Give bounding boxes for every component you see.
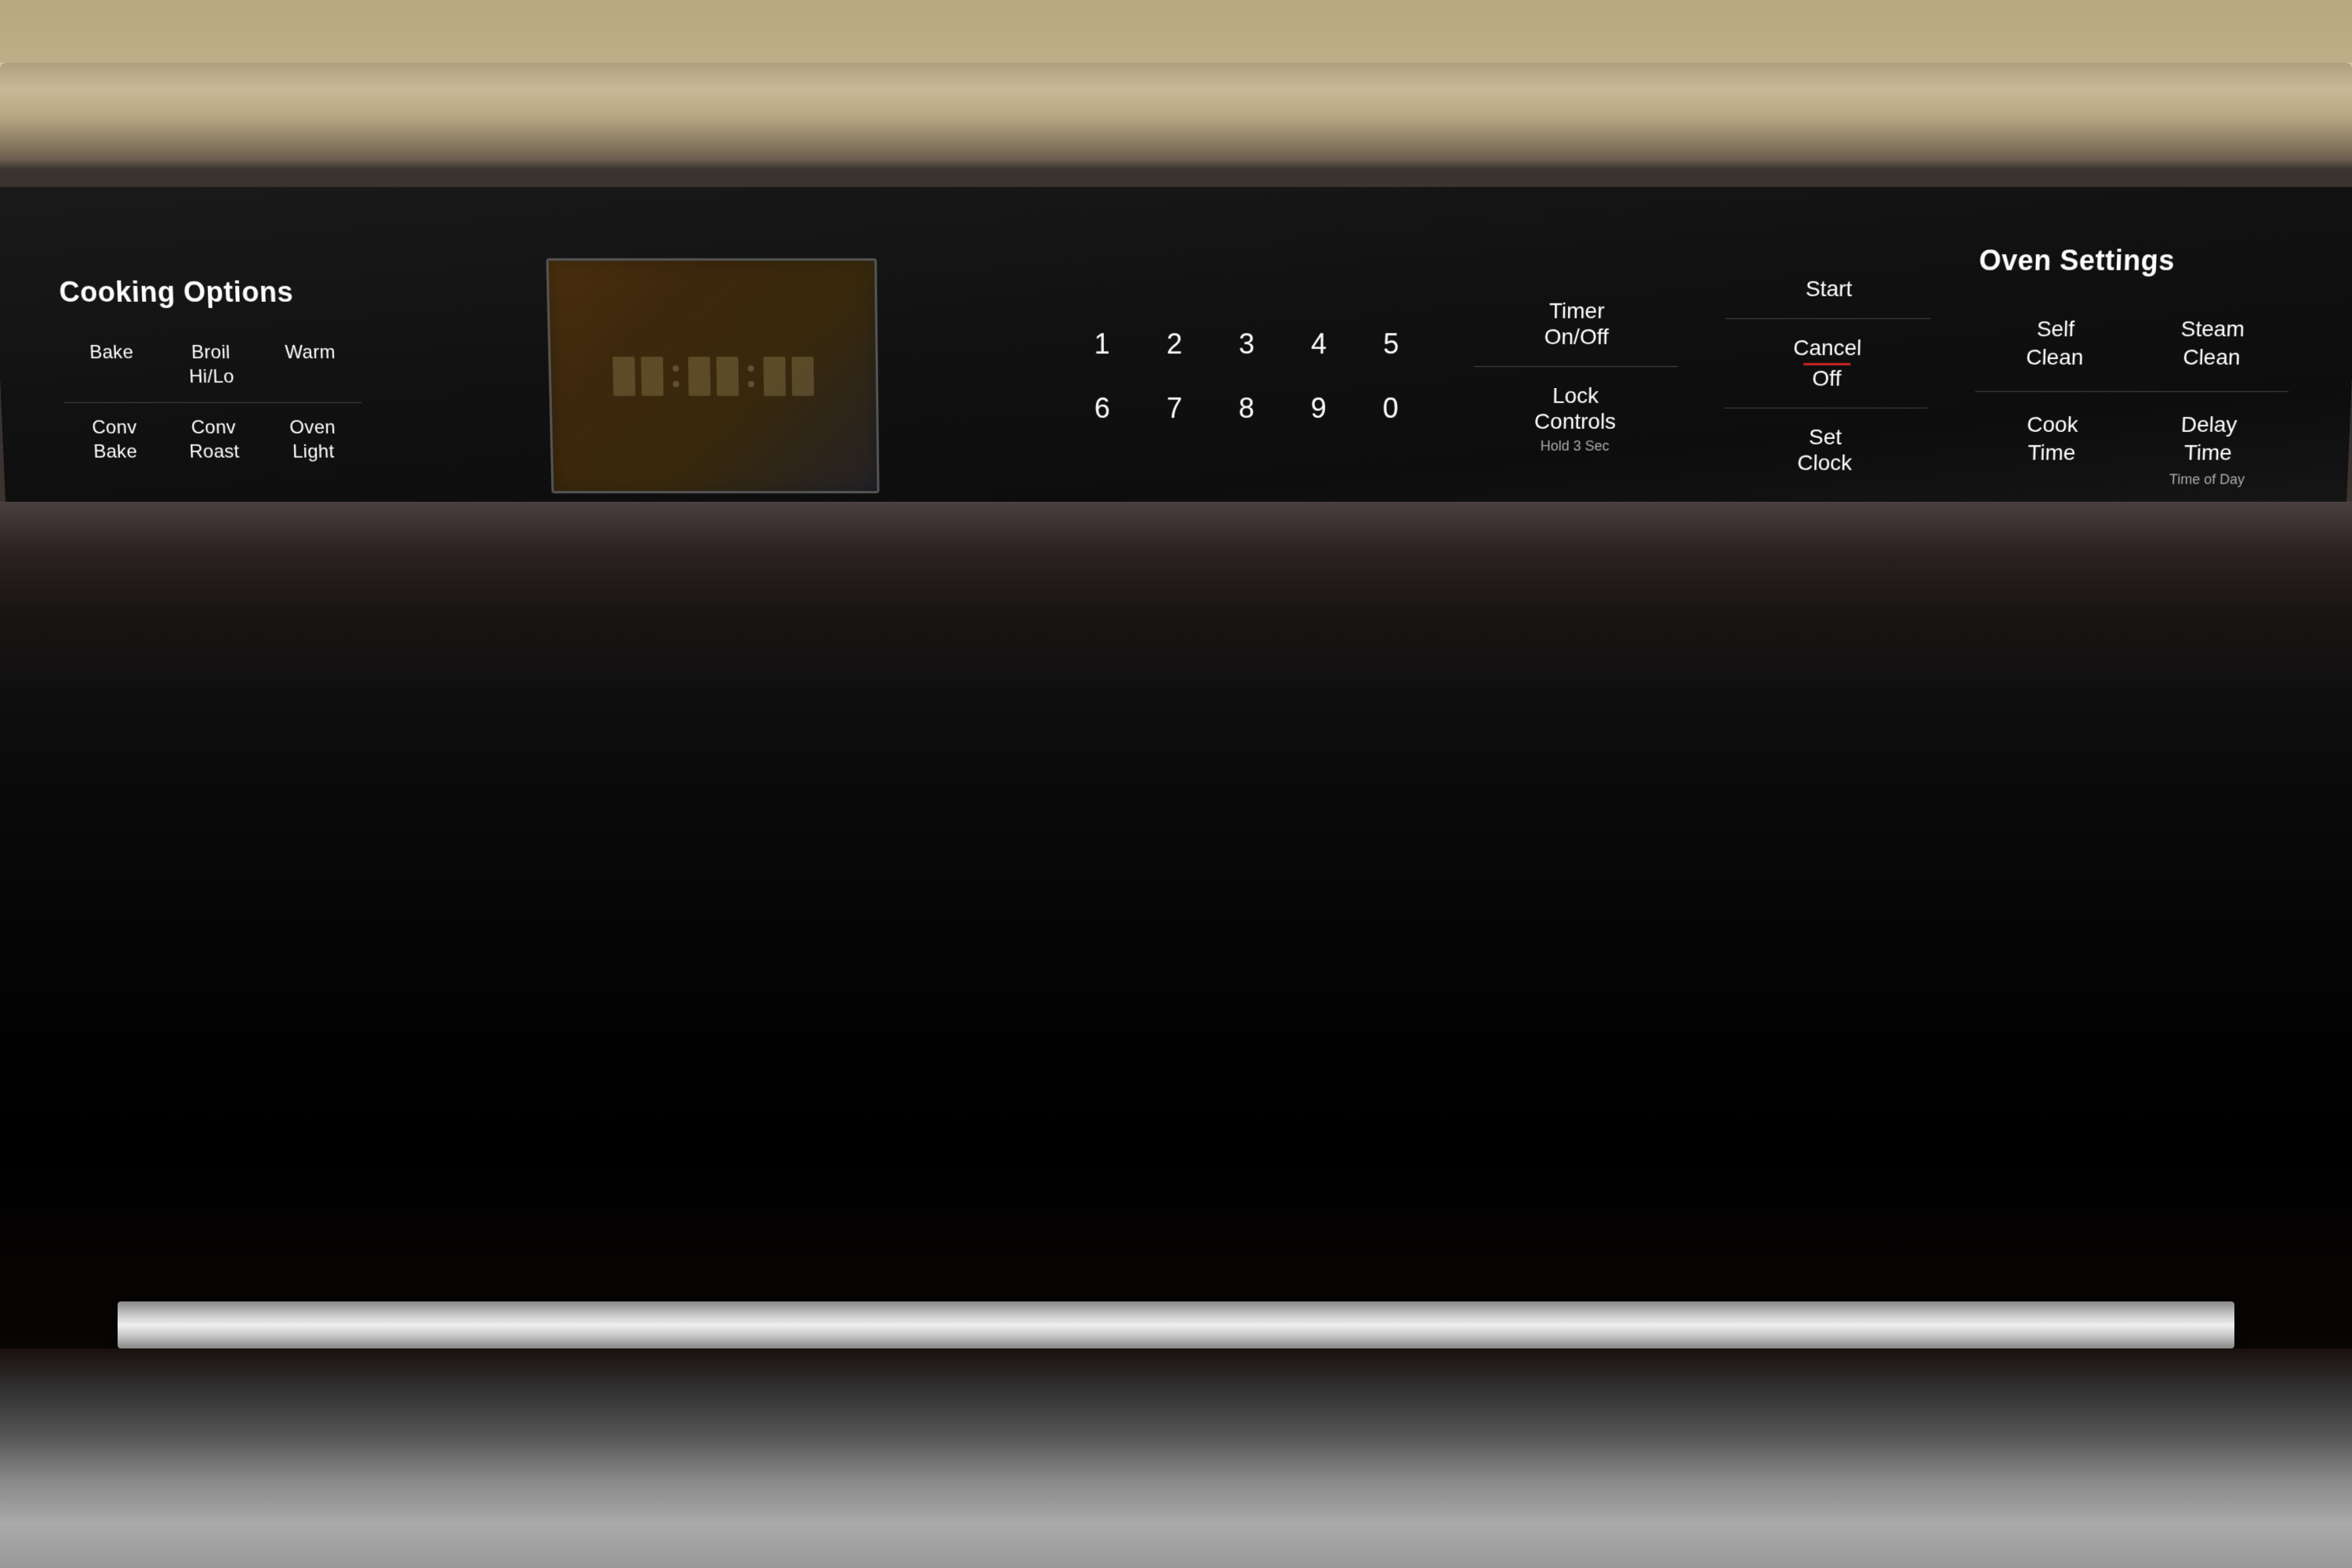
key-3[interactable]: 3 xyxy=(1210,312,1283,376)
conv-bake-button[interactable]: ConvBake xyxy=(64,402,165,476)
key-1[interactable]: 1 xyxy=(1066,312,1138,376)
digit-colon-2 xyxy=(748,365,754,387)
oven-bottom-panel xyxy=(0,1348,2352,1568)
oven-outer: Cooking Options Bake BroilHi/Lo Warm xyxy=(0,0,2352,1568)
display-window xyxy=(546,258,879,493)
oven-settings-section: Oven Settings SelfClean SteamClean CookT… xyxy=(1972,244,2295,507)
self-clean-button[interactable]: SelfClean xyxy=(1975,296,2135,392)
delay-time-button[interactable]: DelayTime Time of Day xyxy=(2128,392,2288,507)
digit-2 xyxy=(641,357,663,396)
oven-body xyxy=(0,502,2352,1568)
cooking-options-section: Cooking Options Bake BroilHi/Lo Warm xyxy=(59,276,364,477)
timer-button[interactable]: TimerOn/Off xyxy=(1474,281,1679,367)
cook-time-button[interactable]: CookTime xyxy=(1972,392,2132,507)
cooking-options-grid: Bake BroilHi/Lo Warm ConvBake xyxy=(60,328,363,476)
digit-1 xyxy=(612,357,635,396)
key-5[interactable]: 5 xyxy=(1355,312,1428,376)
bake-button[interactable]: Bake xyxy=(60,328,162,402)
steam-clean-button[interactable]: SteamClean xyxy=(2132,296,2292,392)
lock-controls-button[interactable]: LockControls Hold 3 Sec xyxy=(1473,367,1679,470)
digit-colon-1 xyxy=(673,365,680,387)
oven-handle[interactable] xyxy=(118,1301,2234,1348)
key-6[interactable]: 6 xyxy=(1066,376,1138,441)
digit-4 xyxy=(716,357,739,396)
oven-settings-title: Oven Settings xyxy=(1979,244,2295,277)
cancel-off-button[interactable]: Cancel Off xyxy=(1724,318,1930,408)
oven-light-button[interactable]: OvenLight xyxy=(262,402,363,476)
cancel-underline xyxy=(1803,363,1850,365)
key-4[interactable]: 4 xyxy=(1283,312,1356,376)
start-button[interactable]: Start xyxy=(1726,260,1932,318)
start-cancel-section: Start Cancel Off SetClock xyxy=(1722,260,1932,492)
display-digits xyxy=(612,357,814,396)
numpad-row-2: 6 7 8 9 0 xyxy=(1066,376,1427,441)
warm-button[interactable]: Warm xyxy=(260,328,361,402)
digit-6 xyxy=(792,357,815,396)
digit-5 xyxy=(764,357,786,396)
digit-3 xyxy=(688,357,710,396)
key-7[interactable]: 7 xyxy=(1138,376,1210,441)
display-section xyxy=(405,258,1020,493)
key-9[interactable]: 9 xyxy=(1283,376,1355,441)
numpad-row-1: 1 2 3 4 5 xyxy=(1066,312,1428,376)
set-clock-button[interactable]: SetClock xyxy=(1722,408,1928,492)
key-2[interactable]: 2 xyxy=(1138,312,1210,376)
cooking-options-title: Cooking Options xyxy=(59,276,359,309)
key-8[interactable]: 8 xyxy=(1210,376,1283,441)
broil-button[interactable]: BroilHi/Lo xyxy=(160,328,262,402)
key-0[interactable]: 0 xyxy=(1354,376,1427,441)
timer-lock-section: TimerOn/Off LockControls Hold 3 Sec xyxy=(1473,281,1680,470)
numpad-section: 1 2 3 4 5 6 7 8 9 0 xyxy=(1066,312,1428,441)
oven-settings-grid: SelfClean SteamClean CookTime DelayTime … xyxy=(1972,296,2292,507)
conv-roast-button[interactable]: ConvRoast xyxy=(163,402,265,476)
